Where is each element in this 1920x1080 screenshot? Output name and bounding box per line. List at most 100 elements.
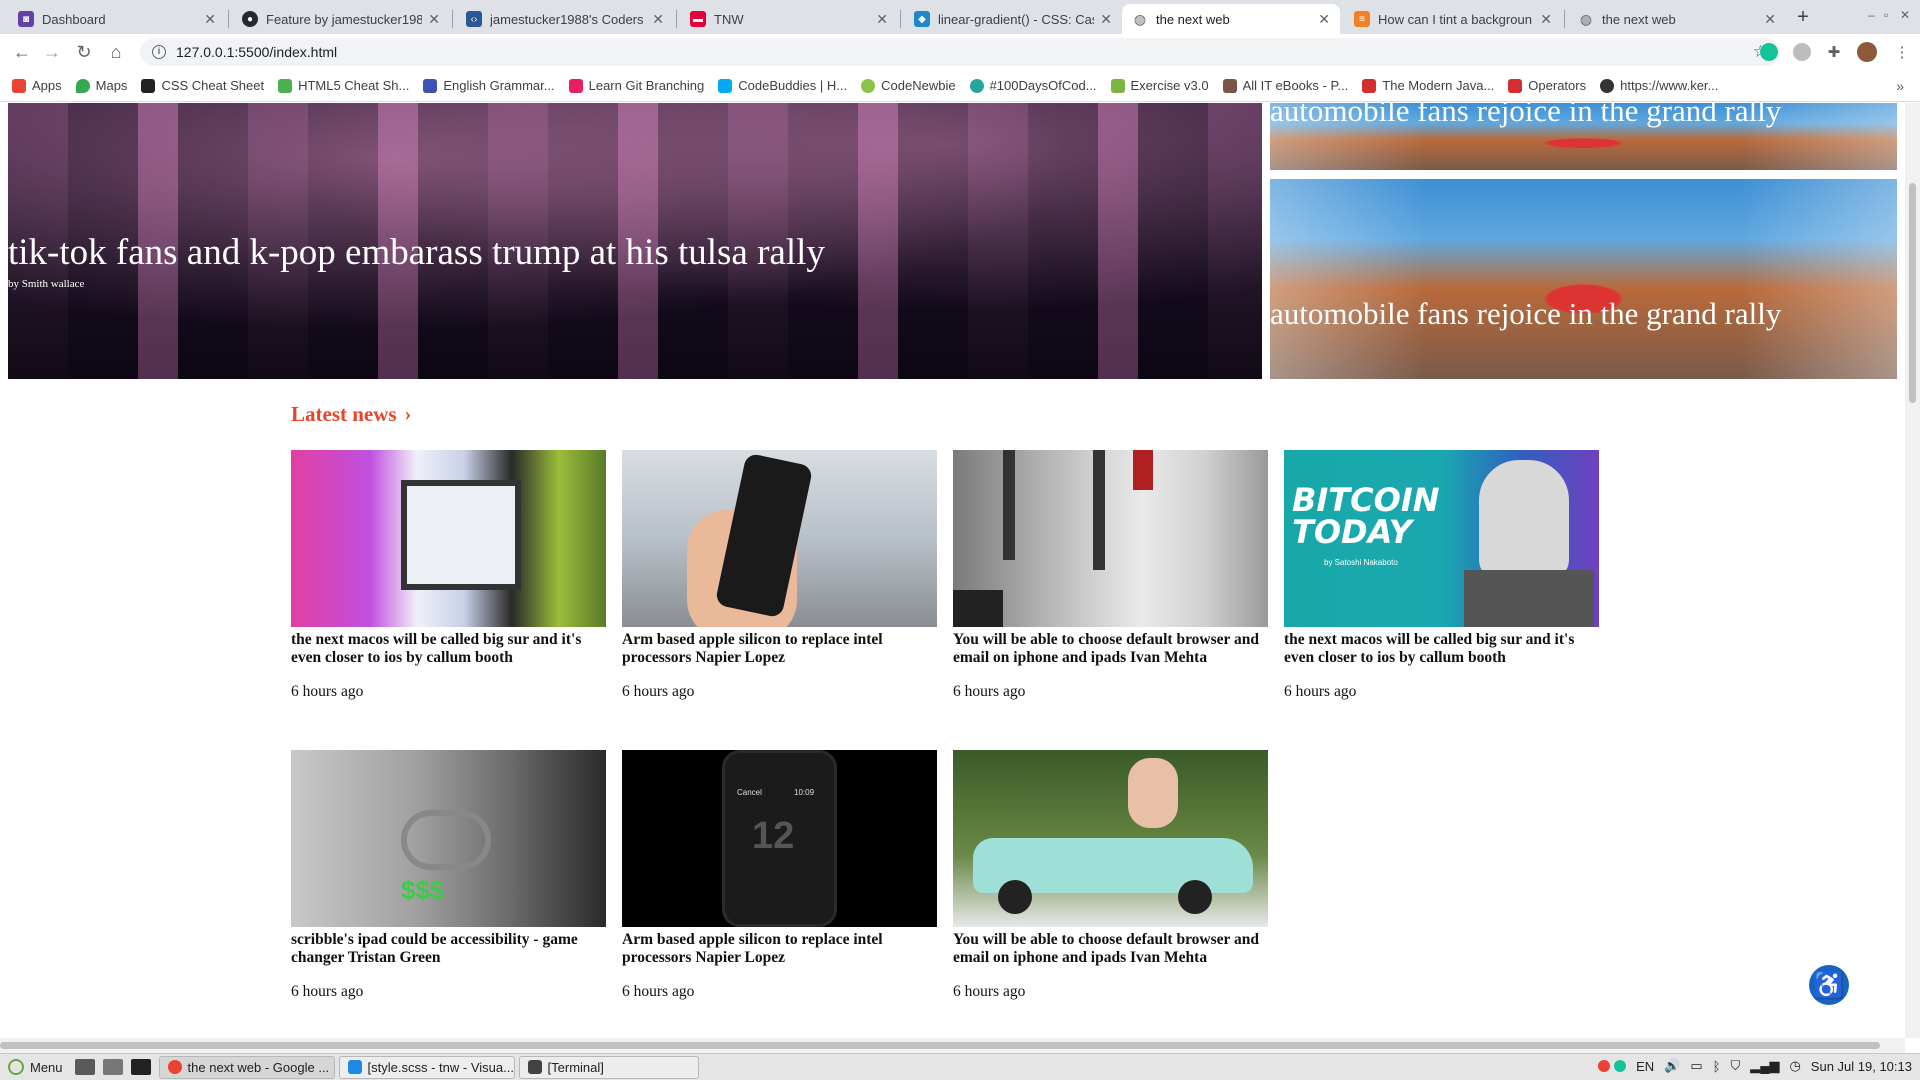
forward-arrow-icon[interactable]: →	[40, 40, 64, 64]
bluetooth-icon[interactable]: ᛒ	[1713, 1059, 1721, 1074]
side-story-title[interactable]: automobile fans rejoice in the grand ral…	[1270, 103, 1781, 129]
tab-codersrank[interactable]: ‹› jamestucker1988's Coders ✕	[456, 4, 674, 34]
article-thumbnail[interactable]	[291, 450, 606, 627]
close-icon[interactable]: ✕	[1318, 11, 1330, 28]
tab-the-next-web-active[interactable]: ◍ the next web ✕	[1122, 4, 1340, 34]
close-icon[interactable]: ✕	[652, 11, 664, 28]
minimize-icon[interactable]: –	[1868, 8, 1875, 22]
article-thumbnail[interactable]	[622, 450, 937, 627]
terminal-icon[interactable]	[130, 1059, 151, 1075]
bookmark-all-it-ebooks[interactable]: All IT eBooks - P...	[1222, 78, 1348, 93]
network-icon[interactable]: ▂▄▆	[1750, 1058, 1779, 1074]
article-title[interactable]: You will be able to choose default brows…	[953, 631, 1268, 667]
bookmark-modern-java[interactable]: The Modern Java...	[1362, 78, 1494, 93]
hero-side-story-2[interactable]: automobile fans rejoice in the grand ral…	[1270, 179, 1897, 379]
more-bookmarks-icon[interactable]: »	[1896, 78, 1904, 94]
horizontal-scrollbar[interactable]	[0, 1038, 1905, 1053]
article-title[interactable]: You will be able to choose default brows…	[953, 931, 1268, 967]
tab-strip: ◙ Dashboard ✕ ● Feature by jamestucker19…	[0, 0, 1920, 34]
watch-art-cancel: Cancel	[737, 788, 762, 797]
bookmark-maps[interactable]: Maps	[75, 78, 127, 93]
battery-icon[interactable]: ▭	[1690, 1058, 1702, 1074]
news-card[interactable]: You will be able to choose default brows…	[953, 450, 1268, 701]
bitcoin-art-headline: BITCOIN TODAY	[1292, 481, 1440, 551]
article-thumbnail[interactable]	[953, 750, 1268, 927]
vertical-scrollbar[interactable]	[1905, 103, 1920, 1038]
article-title[interactable]: Arm based apple silicon to replace intel…	[622, 631, 937, 667]
article-thumbnail[interactable]: Cancel 10:09 12	[622, 750, 937, 927]
new-tab-button[interactable]: +	[1792, 6, 1814, 28]
tab-mdn-linear-gradient[interactable]: ◆ linear-gradient() - CSS: Casc ✕	[904, 4, 1122, 34]
bookmark-operators[interactable]: Operators	[1508, 78, 1586, 93]
bookmark-exercise[interactable]: Exercise v3.0	[1110, 78, 1209, 93]
tab-the-next-web[interactable]: ◍ the next web ✕	[1568, 4, 1786, 34]
article-title[interactable]: the next macos will be called big sur an…	[291, 631, 606, 667]
back-arrow-icon[interactable]: ←	[10, 40, 34, 64]
chrome-tray-icon[interactable]	[1598, 1060, 1611, 1072]
close-icon[interactable]: ✕	[204, 11, 216, 28]
clock-text[interactable]: Sun Jul 19, 10:13	[1811, 1059, 1912, 1074]
close-icon[interactable]: ✕	[428, 11, 440, 28]
tab-dashboard[interactable]: ◙ Dashboard ✕	[8, 4, 226, 34]
start-menu-button[interactable]: Menu	[0, 1059, 71, 1075]
close-icon[interactable]: ✕	[1764, 11, 1776, 28]
grammarly-extension-icon[interactable]	[1760, 43, 1778, 61]
taskbar-window-chrome[interactable]: the next web - Google ...	[158, 1055, 335, 1079]
close-icon[interactable]: ✕	[876, 11, 888, 28]
hero-main-story[interactable]: tik-tok fans and k-pop embarass trump at…	[8, 103, 1262, 379]
keyboard-language[interactable]: EN	[1636, 1059, 1654, 1074]
ebook-icon	[1222, 78, 1237, 93]
taskbar-window-vscode[interactable]: [style.scss - tnw - Visua...	[338, 1055, 515, 1079]
bookmark-html5-cheat-sheet[interactable]: HTML5 Cheat Sh...	[278, 78, 409, 93]
taskbar-window-terminal[interactable]: [Terminal]	[518, 1055, 699, 1079]
close-icon[interactable]: ✕	[1540, 11, 1552, 28]
latest-news-heading[interactable]: Latest news ›	[291, 402, 411, 427]
maximize-icon[interactable]: ▫	[1884, 8, 1888, 22]
bookmark-codebuddies[interactable]: CodeBuddies | H...	[718, 78, 847, 93]
news-card[interactable]: Arm based apple silicon to replace intel…	[622, 450, 937, 701]
site-info-icon[interactable]: i	[152, 45, 166, 59]
window-close-icon[interactable]: ✕	[1900, 8, 1910, 22]
close-icon[interactable]: ✕	[1100, 11, 1112, 28]
article-title[interactable]: the next macos will be called big sur an…	[1284, 631, 1599, 667]
bookmark-english-grammar[interactable]: English Grammar...	[423, 78, 555, 93]
side-story-title[interactable]: automobile fans rejoice in the grand ral…	[1270, 296, 1781, 332]
profile-avatar[interactable]	[1857, 42, 1877, 62]
article-title[interactable]: scribble's ipad could be accessibility -…	[291, 931, 606, 967]
tab-github-feature[interactable]: ● Feature by jamestucker1988 ✕	[232, 4, 450, 34]
accessibility-icon[interactable]: ♿	[1809, 965, 1849, 1005]
more-menu-icon[interactable]: ⋮	[1893, 43, 1911, 61]
tab-tnw[interactable]: ▬ TNW ✕	[680, 4, 898, 34]
bitcoin-art-byline: by Satoshi Nakaboto	[1324, 558, 1398, 567]
news-card[interactable]: $$$ scribble's ipad could be accessibili…	[291, 750, 606, 1001]
extension-icon[interactable]	[1793, 43, 1811, 61]
reload-icon[interactable]: ↻	[72, 40, 96, 64]
shield-icon[interactable]: ⛉	[1730, 1058, 1740, 1074]
bookmark-css-cheat-sheet[interactable]: CSS Cheat Sheet	[141, 78, 264, 93]
bookmark-100daysofcode[interactable]: #100DaysOfCod...	[969, 78, 1097, 93]
grammarly-tray-icon[interactable]	[1614, 1060, 1627, 1072]
news-card[interactable]: BITCOIN TODAY by Satoshi Nakaboto the ne…	[1284, 450, 1599, 701]
news-card[interactable]: the next macos will be called big sur an…	[291, 450, 606, 701]
article-title[interactable]: Arm based apple silicon to replace intel…	[622, 931, 937, 967]
article-thumbnail[interactable]	[953, 450, 1268, 627]
puzzle-extensions-icon[interactable]: ✚	[1825, 43, 1843, 61]
bookmark-kernel-url[interactable]: https://www.ker...	[1600, 78, 1718, 93]
address-bar[interactable]: i 127.0.0.1:5500/index.html ☆	[140, 38, 1780, 66]
tab-stackoverflow[interactable]: ≡ How can I tint a backgroun ✕	[1344, 4, 1562, 34]
article-thumbnail[interactable]: BITCOIN TODAY by Satoshi Nakaboto	[1284, 450, 1599, 627]
hero-title[interactable]: tik-tok fans and k-pop embarass trump at…	[8, 231, 825, 274]
bookmark-learn-git-branching[interactable]: Learn Git Branching	[568, 78, 704, 93]
tab-title: Feature by jamestucker1988	[266, 11, 423, 27]
bookmark-codenewbie[interactable]: CodeNewbie	[861, 78, 956, 93]
article-thumbnail[interactable]: $$$	[291, 750, 606, 927]
bookmark-apps[interactable]: Apps	[12, 78, 62, 93]
home-icon[interactable]: ⌂	[104, 40, 128, 64]
show-desktop-icon[interactable]	[74, 1059, 95, 1075]
file-manager-icon[interactable]	[102, 1059, 123, 1075]
volume-icon[interactable]: 🔊	[1664, 1058, 1680, 1074]
news-card[interactable]: Cancel 10:09 12 Arm based apple silicon …	[622, 750, 937, 1001]
hero-side-story-1[interactable]: automobile fans rejoice in the grand ral…	[1270, 103, 1897, 170]
article-timestamp: 6 hours ago	[622, 983, 695, 1000]
news-card[interactable]: You will be able to choose default brows…	[953, 750, 1268, 1001]
